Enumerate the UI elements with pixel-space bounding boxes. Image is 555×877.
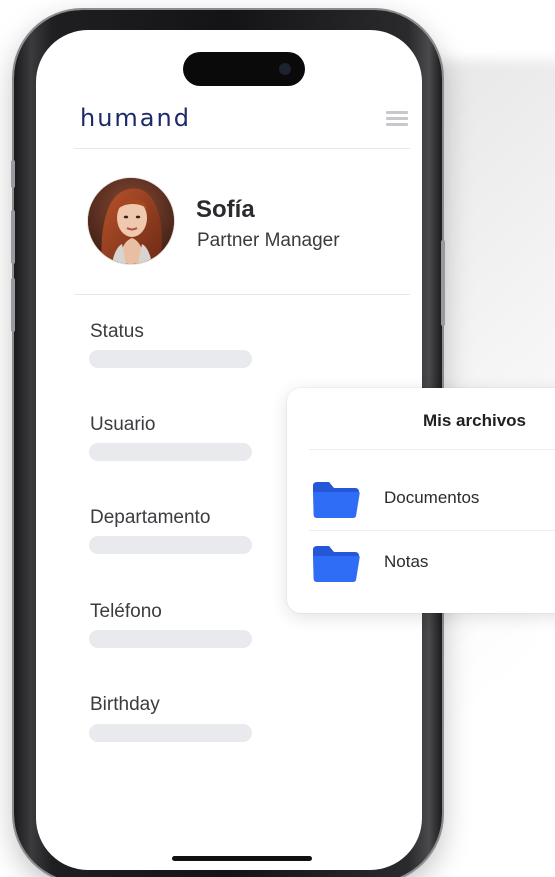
file-label-notas: Notas	[384, 552, 429, 571]
field-label-telefono: Teléfono	[90, 601, 162, 622]
side-button-volume-down	[11, 278, 15, 332]
field-label-status: Status	[90, 321, 144, 342]
file-label-documentos: Documentos	[384, 488, 480, 507]
side-button-power	[441, 240, 445, 326]
camera-icon	[279, 63, 291, 75]
folder-icon	[313, 482, 360, 518]
field-label-usuario: Usuario	[90, 414, 156, 435]
files-row-divider	[309, 530, 555, 531]
profile-role: Partner Manager	[197, 230, 340, 251]
files-card-divider	[309, 449, 555, 450]
field-value-placeholder-telefono	[89, 630, 252, 648]
files-card-title: Mis archivos	[423, 411, 526, 430]
avatar[interactable]	[88, 178, 174, 264]
folder-icon	[313, 546, 360, 582]
side-button-action	[11, 160, 15, 188]
header-divider	[74, 148, 410, 149]
my-files-card: Mis archivos Documentos Notas	[287, 388, 555, 613]
marketing-mockup: humand Sofía Partner Manager Status Usua…	[0, 0, 555, 877]
field-value-placeholder-status	[89, 350, 252, 368]
field-value-placeholder-usuario	[89, 443, 252, 461]
profile-name: Sofía	[196, 196, 255, 223]
avatar-portrait-image	[88, 178, 174, 264]
side-button-volume-up	[11, 210, 15, 264]
hamburger-menu-icon[interactable]	[386, 111, 408, 126]
file-item-documentos[interactable]: Documentos	[309, 472, 555, 522]
file-item-notas[interactable]: Notas	[309, 536, 555, 586]
field-label-departamento: Departamento	[90, 507, 211, 528]
field-label-birthday: Birthday	[90, 694, 160, 715]
home-indicator[interactable]	[172, 856, 312, 861]
profile-divider	[74, 294, 410, 295]
field-value-placeholder-birthday	[89, 724, 252, 742]
dynamic-island	[183, 52, 305, 86]
field-value-placeholder-departamento	[89, 536, 252, 554]
app-logo: humand	[80, 104, 191, 132]
